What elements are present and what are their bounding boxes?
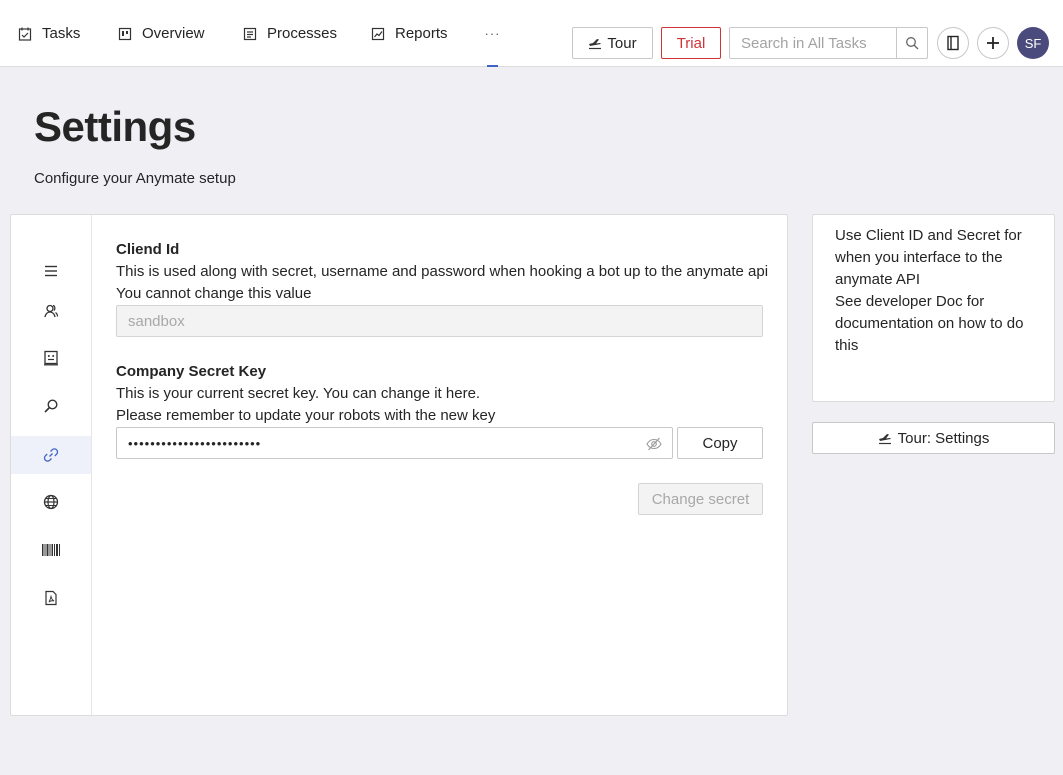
copy-button[interactable]: Copy bbox=[677, 427, 763, 459]
search-input[interactable] bbox=[730, 28, 896, 58]
nav-processes-label: Processes bbox=[267, 25, 338, 42]
sidebar-item-robots[interactable] bbox=[11, 339, 91, 377]
sidebar-item-globe[interactable] bbox=[11, 483, 91, 521]
tour-button[interactable]: Tour bbox=[572, 27, 653, 59]
sidebar-item-menu[interactable] bbox=[11, 252, 91, 290]
sidebar-item-barcode[interactable] bbox=[11, 531, 91, 569]
sidebar-item-users[interactable] bbox=[11, 292, 91, 330]
search-icon bbox=[44, 399, 58, 413]
settings-card: Cliend Id This is used along with secret… bbox=[10, 214, 788, 716]
page-subtitle: Configure your Anymate setup bbox=[34, 170, 236, 187]
processes-icon bbox=[243, 27, 257, 40]
overview-icon bbox=[118, 27, 132, 40]
notebook-button[interactable] bbox=[937, 27, 969, 59]
reports-icon bbox=[371, 27, 385, 40]
info-panel: Use Client ID and Secret for when you in… bbox=[812, 214, 1055, 402]
top-navigation-bar: Tasks Overview Processes Reports ··· Tou… bbox=[0, 0, 1063, 67]
plane-icon bbox=[878, 434, 891, 445]
change-secret-button[interactable]: Change secret bbox=[638, 483, 763, 515]
search-icon bbox=[906, 37, 919, 50]
sidebar-item-api[interactable] bbox=[11, 436, 91, 474]
nav-overview[interactable]: Overview bbox=[118, 0, 205, 67]
globe-icon bbox=[43, 494, 59, 510]
tour-button-label: Tour bbox=[607, 34, 637, 52]
settings-sidebar bbox=[11, 215, 92, 715]
client-id-field: sandbox bbox=[116, 305, 763, 337]
nav-reports[interactable]: Reports bbox=[371, 0, 448, 67]
info-text-2: See developer Doc for documentation on h… bbox=[835, 293, 1024, 354]
link-icon bbox=[43, 448, 59, 462]
secret-key-field[interactable]: •••••••••••••••••••••••• bbox=[116, 427, 673, 459]
nav-processes[interactable]: Processes bbox=[243, 0, 337, 67]
nav-tasks-label: Tasks bbox=[42, 25, 81, 42]
pdf-icon bbox=[45, 590, 57, 606]
add-button[interactable] bbox=[977, 27, 1009, 59]
plus-icon bbox=[987, 37, 999, 49]
users-icon bbox=[44, 304, 59, 318]
search-box bbox=[729, 27, 928, 59]
plane-icon bbox=[589, 39, 602, 50]
secret-key-title: Company Secret Key bbox=[116, 363, 267, 380]
menu-icon bbox=[45, 265, 57, 277]
barcode-icon bbox=[42, 544, 60, 556]
search-button[interactable] bbox=[896, 28, 927, 58]
tasks-icon bbox=[18, 27, 32, 41]
eye-hidden-icon[interactable] bbox=[646, 436, 662, 452]
sidebar-item-pdf[interactable] bbox=[11, 579, 91, 617]
secret-key-note: Please remember to update your robots wi… bbox=[116, 407, 496, 424]
secret-key-description: This is your current secret key. You can… bbox=[116, 385, 481, 402]
nav-tasks[interactable]: Tasks bbox=[18, 0, 80, 67]
nav-reports-label: Reports bbox=[395, 25, 448, 42]
robot-icon bbox=[44, 350, 58, 366]
tour-settings-label: Tour: Settings bbox=[897, 429, 990, 447]
notebook-icon bbox=[947, 35, 959, 51]
client-id-title: Cliend Id bbox=[116, 241, 180, 258]
info-text-1: Use Client ID and Secret for when you in… bbox=[835, 227, 1022, 288]
secret-key-value: •••••••••••••••••••••••• bbox=[128, 435, 262, 451]
nav-overview-label: Overview bbox=[142, 25, 205, 42]
user-avatar[interactable]: SF bbox=[1017, 27, 1049, 59]
nav-more-button[interactable]: ··· bbox=[482, 0, 503, 67]
tour-settings-button[interactable]: Tour: Settings bbox=[812, 422, 1055, 454]
client-id-description: This is used along with secret, username… bbox=[116, 263, 769, 280]
trial-button[interactable]: Trial bbox=[661, 27, 721, 59]
page-title: Settings bbox=[34, 103, 196, 150]
client-id-note: You cannot change this value bbox=[116, 285, 312, 302]
sidebar-item-search[interactable] bbox=[11, 387, 91, 425]
